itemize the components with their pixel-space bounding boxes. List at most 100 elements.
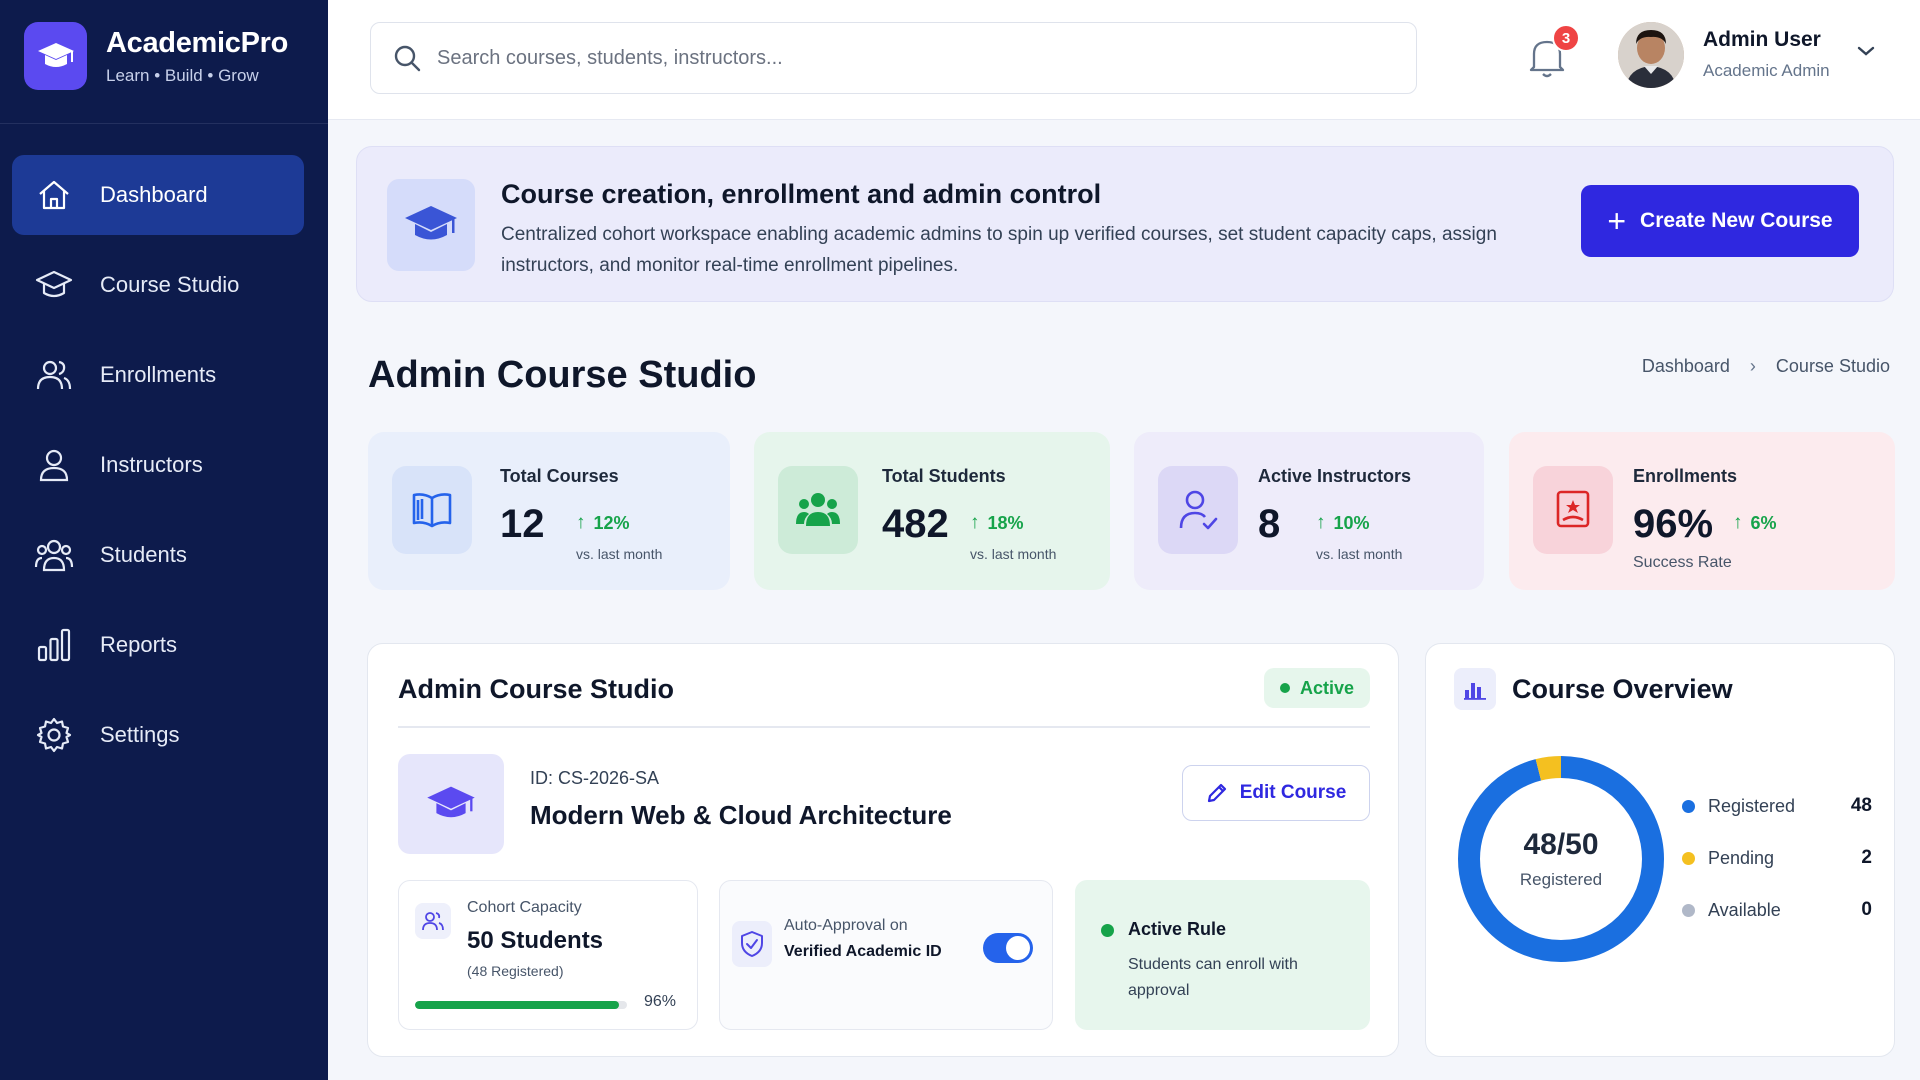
breadcrumb-current: Course Studio [1775,356,1890,376]
brand[interactable]: AcademicPro Learn • Build • Grow [24,22,288,90]
course-overview-panel: Course Overview 48/50 Registered Registe… [1425,643,1895,1057]
stat-trend: ↑ 18% [970,512,1024,533]
shield-check-icon [732,921,772,967]
info-banner: Course creation, enrollment and admin co… [356,146,1894,302]
course-name: Modern Web & Cloud Architecture [530,800,952,830]
avatar[interactable] [1618,22,1684,88]
sidebar-item-dashboard[interactable]: Dashboard [12,155,304,235]
students-icon [778,466,858,554]
auto-approval-toggle[interactable] [983,933,1033,963]
arrow-up-icon: ↑ [1316,512,1326,533]
search-box[interactable] [370,22,1417,94]
stat-value: 12 [500,502,545,546]
sidebar-item-label: Instructors [100,452,203,477]
stat-trend: ↑ 10% [1316,512,1370,533]
user-role: Academic Admin [1703,61,1830,80]
toggle-knob [1006,936,1030,960]
donut-value: 48/50 [1523,828,1599,861]
sidebar: AcademicPro Learn • Build • Grow Dashboa… [0,0,328,1080]
brand-name: AcademicPro [106,26,289,59]
stat-trend: ↑ 6% [1733,512,1777,533]
chevron-down-icon[interactable] [1856,44,1876,58]
capacity-progress-fill [415,1001,619,1009]
legend-value: 48 [1850,795,1872,816]
book-icon [392,466,472,554]
cohort-capacity-card: Cohort Capacity 50 Students (48 Register… [398,880,698,1030]
capacity-value: 50 Students [467,927,604,954]
user-icon [34,445,74,485]
bar-chart-icon [34,625,74,665]
status-badge: Active [1264,668,1370,708]
sidebar-item-settings[interactable]: Settings [12,695,304,775]
breadcrumb-link-dashboard[interactable]: Dashboard [1642,356,1730,377]
divider [0,123,328,124]
search-input[interactable] [437,46,1337,70]
auto-approval-card: Auto-Approval on Verified Academic ID [719,880,1053,1030]
status-dot [1279,683,1290,693]
auto-approval-label: Auto-Approval on [784,917,908,934]
stat-card-active-instructors[interactable]: Active Instructors 8 ↑ 10% vs. last month [1134,432,1484,590]
rule-title: Active Rule [1128,919,1227,939]
stat-label: Active Instructors [1258,466,1412,486]
legend-item-pending: Pending 2 [1682,832,1872,884]
overview-title: Course Overview [1512,674,1733,704]
instructor-icon [1158,466,1238,554]
sidebar-nav: Dashboard Course Studio Enrollments Inst… [12,155,304,785]
sidebar-item-label: Reports [100,632,178,657]
stat-label: Enrollments [1633,466,1738,486]
capacity-registered: (48 Registered) [467,963,564,979]
stat-label: Total Courses [500,466,619,486]
stat-card-enrollments[interactable]: Enrollments 96% ↑ 6% Success Rate [1509,432,1895,590]
rule-description: Students can enroll with approval [1128,956,1298,999]
users-icon [34,355,74,395]
certificate-icon [1533,466,1613,554]
stat-value: 482 [882,502,949,546]
sidebar-item-reports[interactable]: Reports [12,605,304,685]
sidebar-item-students[interactable]: Students [12,515,304,595]
chart-legend: Registered 48 Pending 2 Available 0 [1682,780,1872,936]
legend-dot [1682,903,1695,917]
legend-value: 2 [1861,847,1872,868]
stat-sub: vs. last month [1316,546,1403,562]
stat-card-total-courses[interactable]: Total Courses 12 ↑ 12% vs. last month [368,432,730,590]
banner-description: Centralized cohort workspace enabling ac… [501,224,1497,276]
sidebar-item-instructors[interactable]: Instructors [12,425,304,505]
plus-icon: + [1607,203,1627,239]
bar-chart-icon [1454,668,1496,710]
capacity-label: Cohort Capacity [467,899,582,916]
legend-label: Pending [1708,847,1775,868]
create-course-label: Create New Course [1640,209,1833,232]
pencil-icon [1207,783,1226,803]
breadcrumb: Dashboard › Course Studio [1642,356,1890,377]
create-course-button[interactable]: + Create New Course [1581,185,1859,257]
legend-label: Registered [1708,795,1796,816]
sidebar-item-label: Enrollments [100,362,217,387]
page-title: Admin Course Studio [368,354,757,396]
sidebar-item-enrollments[interactable]: Enrollments [12,335,304,415]
sidebar-item-label: Dashboard [100,182,208,207]
edit-course-button[interactable]: Edit Course [1182,765,1370,821]
group-icon [34,535,74,575]
notification-badge: 3 [1552,24,1580,52]
stat-label: Total Students [882,466,1006,486]
course-studio-panel: Admin Course Studio Active ID: CS-2026-S… [367,643,1399,1057]
search-icon [394,45,421,72]
home-icon [34,175,74,215]
capacity-progress-bar [415,1001,627,1009]
stat-sub: Success Rate [1633,554,1732,571]
active-rule-card: Active Rule Students can enroll with app… [1075,880,1370,1030]
user-name: Admin User [1703,28,1821,51]
arrow-up-icon: ↑ [970,512,980,533]
auto-approval-condition: Verified Academic ID [784,943,942,960]
course-id: ID: CS-2026-SA [530,768,660,788]
chevron-right-icon: › [1749,356,1756,376]
stat-value: 96% [1633,502,1714,546]
edit-course-label: Edit Course [1239,782,1347,803]
sidebar-item-course-studio[interactable]: Course Studio [12,245,304,325]
panel-title: Admin Course Studio [398,674,674,704]
arrow-up-icon: ↑ [1733,512,1743,533]
stat-card-total-students[interactable]: Total Students 482 ↑ 18% vs. last month [754,432,1110,590]
legend-item-registered: Registered 48 [1682,780,1872,832]
banner-title: Course creation, enrollment and admin co… [501,179,1102,209]
legend-label: Available [1708,899,1781,920]
